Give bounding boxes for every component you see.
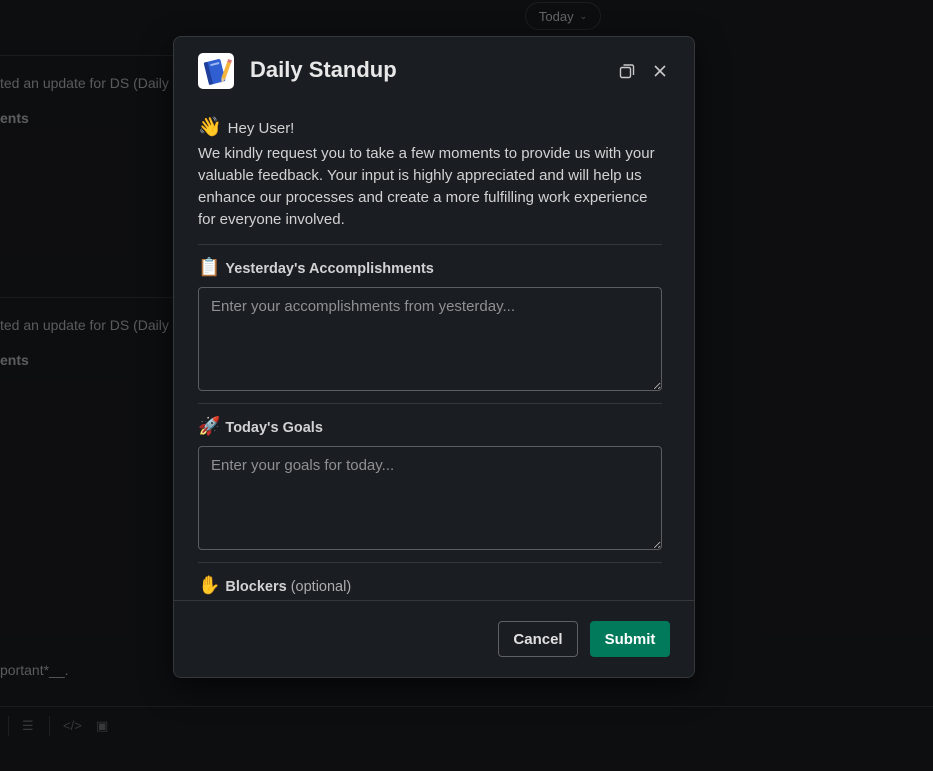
notebook-icon: [198, 53, 234, 89]
blockers-label-text: Blockers: [225, 579, 287, 595]
close-icon[interactable]: [648, 59, 672, 83]
yesterday-label-text: Yesterday's Accomplishments: [225, 261, 434, 277]
waving-hand-icon: 👋: [198, 117, 222, 138]
today-goals-label: 🚀 Today's Goals: [198, 416, 323, 437]
submit-button[interactable]: Submit: [590, 621, 670, 657]
greeting: 👋 Hey User!: [198, 115, 294, 139]
clipboard-icon: 📋: [198, 257, 221, 277]
optional-tag: (optional): [290, 579, 352, 595]
intro-text: We kindly request you to take a few mome…: [198, 145, 655, 228]
section-divider: [198, 562, 662, 563]
rocket-icon: 🚀: [198, 416, 221, 436]
cancel-button[interactable]: Cancel: [498, 621, 578, 657]
modal-header: Daily Standup: [174, 37, 694, 107]
greeting-text: Hey User!: [227, 120, 295, 137]
open-in-window-icon[interactable]: [615, 59, 639, 83]
raised-hand-icon: ✋: [198, 575, 221, 595]
modal-title: Daily Standup: [250, 57, 397, 82]
blockers-label: ✋ Blockers (optional): [198, 575, 351, 596]
section-divider: [198, 244, 662, 245]
today-goals-input[interactable]: [198, 446, 662, 550]
section-divider: [198, 403, 662, 404]
modal-footer: Cancel Submit: [174, 600, 694, 677]
yesterday-accomplishments-input[interactable]: [198, 287, 662, 391]
daily-standup-modal: Daily Standup 👋 Hey User! We kindly reque…: [173, 36, 695, 678]
yesterday-label: 📋 Yesterday's Accomplishments: [198, 257, 434, 278]
today-goals-label-text: Today's Goals: [225, 420, 323, 436]
